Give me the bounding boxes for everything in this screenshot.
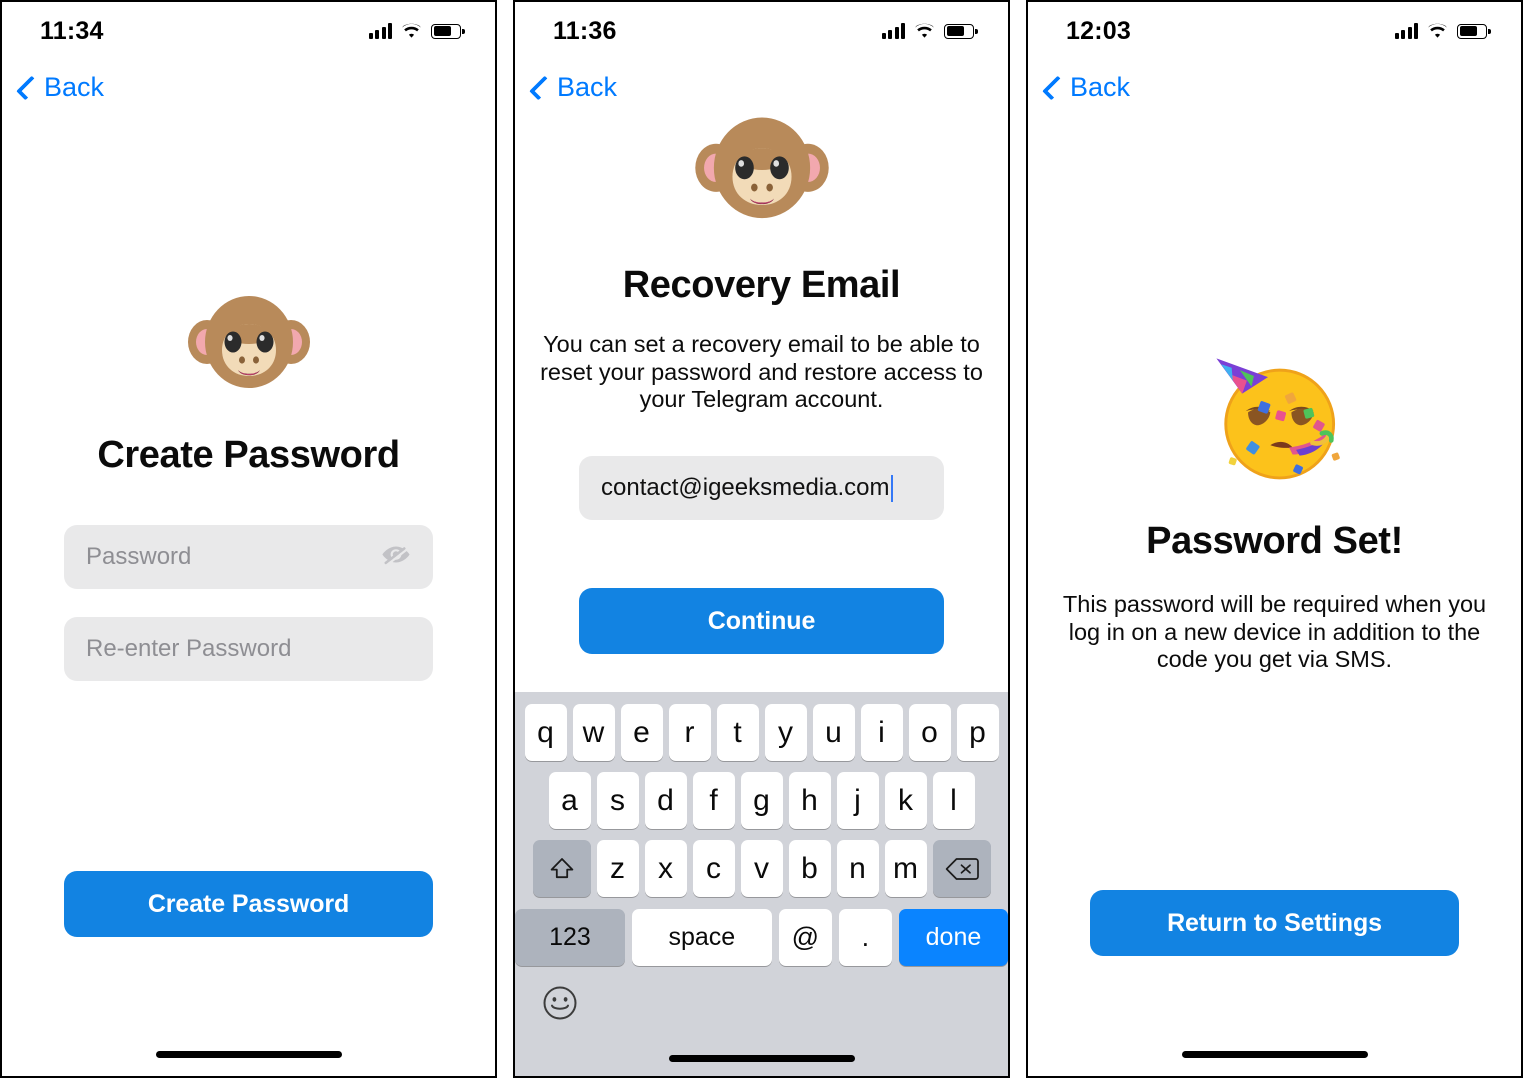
monkey-face-emoji [515,100,1008,240]
eye-slash-icon[interactable] [381,543,411,572]
password-input-placeholder: Password [86,543,192,570]
back-button-container[interactable]: Back [1040,68,1138,107]
space-key[interactable]: space [631,909,772,966]
home-indicator [1181,1051,1368,1058]
key-n[interactable]: n [836,840,879,897]
key-x[interactable]: x [644,840,687,897]
battery-icon [944,23,978,39]
wifi-icon [1427,23,1448,39]
key-m[interactable]: m [884,840,927,897]
monkey-face-emoji [2,280,495,408]
status-bar-clock: 11:34 [40,16,104,45]
shift-arrow-icon[interactable] [532,840,591,897]
status-bar: 12:03 [1028,2,1521,60]
key-d[interactable]: d [644,772,687,829]
key-o[interactable]: o [908,704,951,761]
key-j[interactable]: j [836,772,879,829]
partying-face-emoji [1028,342,1521,492]
period-key[interactable]: . [838,909,892,966]
recovery-email-input[interactable]: contact@igeeksmedia.com [579,456,944,521]
page-title: Recovery Email [622,264,901,306]
home-indicator [668,1055,855,1062]
status-bar-icons [1394,23,1491,39]
backspace-icon[interactable] [932,840,991,897]
key-i[interactable]: i [860,704,903,761]
home-indicator [155,1051,342,1058]
key-h[interactable]: h [788,772,831,829]
keyboard-row-1: q w e r t y u i o p [515,692,1008,761]
status-bar-icons [368,23,465,39]
chevron-left-icon [529,75,554,100]
key-u[interactable]: u [812,704,855,761]
back-button[interactable]: Back [1040,68,1138,107]
key-w[interactable]: w [572,704,615,761]
back-button-label: Back [1070,72,1131,102]
key-g[interactable]: g [740,772,783,829]
reenter-password-input[interactable]: Re-enter Password [64,617,433,681]
at-key[interactable]: @ [778,909,832,966]
recovery-email-value: contact@igeeksmedia.com [601,474,890,502]
return-to-settings-button[interactable]: Return to Settings [1090,890,1459,956]
keyboard-row-3: z x c v b n m [515,829,1008,897]
phone-screen-recovery-email: 11:36 Back Recovery Email You can set a … [513,0,1010,1078]
status-bar-clock: 12:03 [1066,16,1131,45]
key-f[interactable]: f [692,772,735,829]
three-phone-screenshot-strip: 11:34 Back Create Password Password Re-e… [0,0,1524,1078]
key-v[interactable]: v [740,840,783,897]
text-caret [890,474,893,502]
keyboard-row-2: a s d f g h j k l [515,761,1008,829]
reenter-password-input-placeholder: Re-enter Password [86,635,292,662]
phone-screen-password-set: 12:03 Back Password Set! This password w… [1026,0,1523,1078]
back-button-label: Back [44,72,105,102]
cellular-signal-icon [368,23,392,39]
cellular-signal-icon [1394,23,1418,39]
password-input[interactable]: Password [64,525,433,589]
key-z[interactable]: z [596,840,639,897]
done-key[interactable]: done [898,909,1008,966]
chevron-left-icon [1042,75,1067,100]
wifi-icon [401,23,422,39]
smiley-face-icon[interactable] [541,984,579,1022]
key-l[interactable]: l [932,772,975,829]
back-button-container[interactable]: Back [14,68,112,107]
password-set-content: Password Set! This password will be requ… [1028,342,1521,674]
page-title: Create Password [97,434,400,476]
key-p[interactable]: p [956,704,999,761]
keyboard-emoji-row [515,966,1008,1022]
back-button[interactable]: Back [14,68,112,107]
battery-icon [1457,23,1491,39]
chevron-left-icon [16,75,41,100]
phone-screen-create-password: 11:34 Back Create Password Password Re-e… [0,0,497,1078]
wifi-icon [914,23,935,39]
back-button-label: Back [557,72,618,102]
create-password-content: Create Password Password Re-enter Passwo… [2,280,495,681]
status-bar: 11:36 [515,2,1008,60]
key-t[interactable]: t [716,704,759,761]
onscreen-keyboard: q w e r t y u i o p a s d f g h j k l z … [515,692,1008,1076]
continue-button[interactable]: Continue [579,588,944,655]
status-bar-icons [881,23,978,39]
key-q[interactable]: q [524,704,567,761]
cellular-signal-icon [881,23,905,39]
key-r[interactable]: r [668,704,711,761]
panel-gap [1010,0,1026,1078]
key-b[interactable]: b [788,840,831,897]
page-title: Password Set! [1146,520,1403,562]
status-bar: 11:34 [2,2,495,60]
status-bar-clock: 11:36 [553,16,617,45]
numbers-key[interactable]: 123 [515,909,625,966]
recovery-email-content: Recovery Email You can set a recovery em… [515,100,1008,655]
page-subtitle: This password will be required when you … [1062,591,1487,673]
panel-gap [497,0,513,1078]
key-a[interactable]: a [548,772,591,829]
key-e[interactable]: e [620,704,663,761]
key-s[interactable]: s [596,772,639,829]
create-password-button[interactable]: Create Password [64,871,433,937]
key-k[interactable]: k [884,772,927,829]
page-subtitle: You can set a recovery email to be able … [540,331,983,413]
key-c[interactable]: c [692,840,735,897]
keyboard-row-4: 123 space @ . done [515,897,1008,966]
key-y[interactable]: y [764,704,807,761]
battery-icon [431,23,465,39]
